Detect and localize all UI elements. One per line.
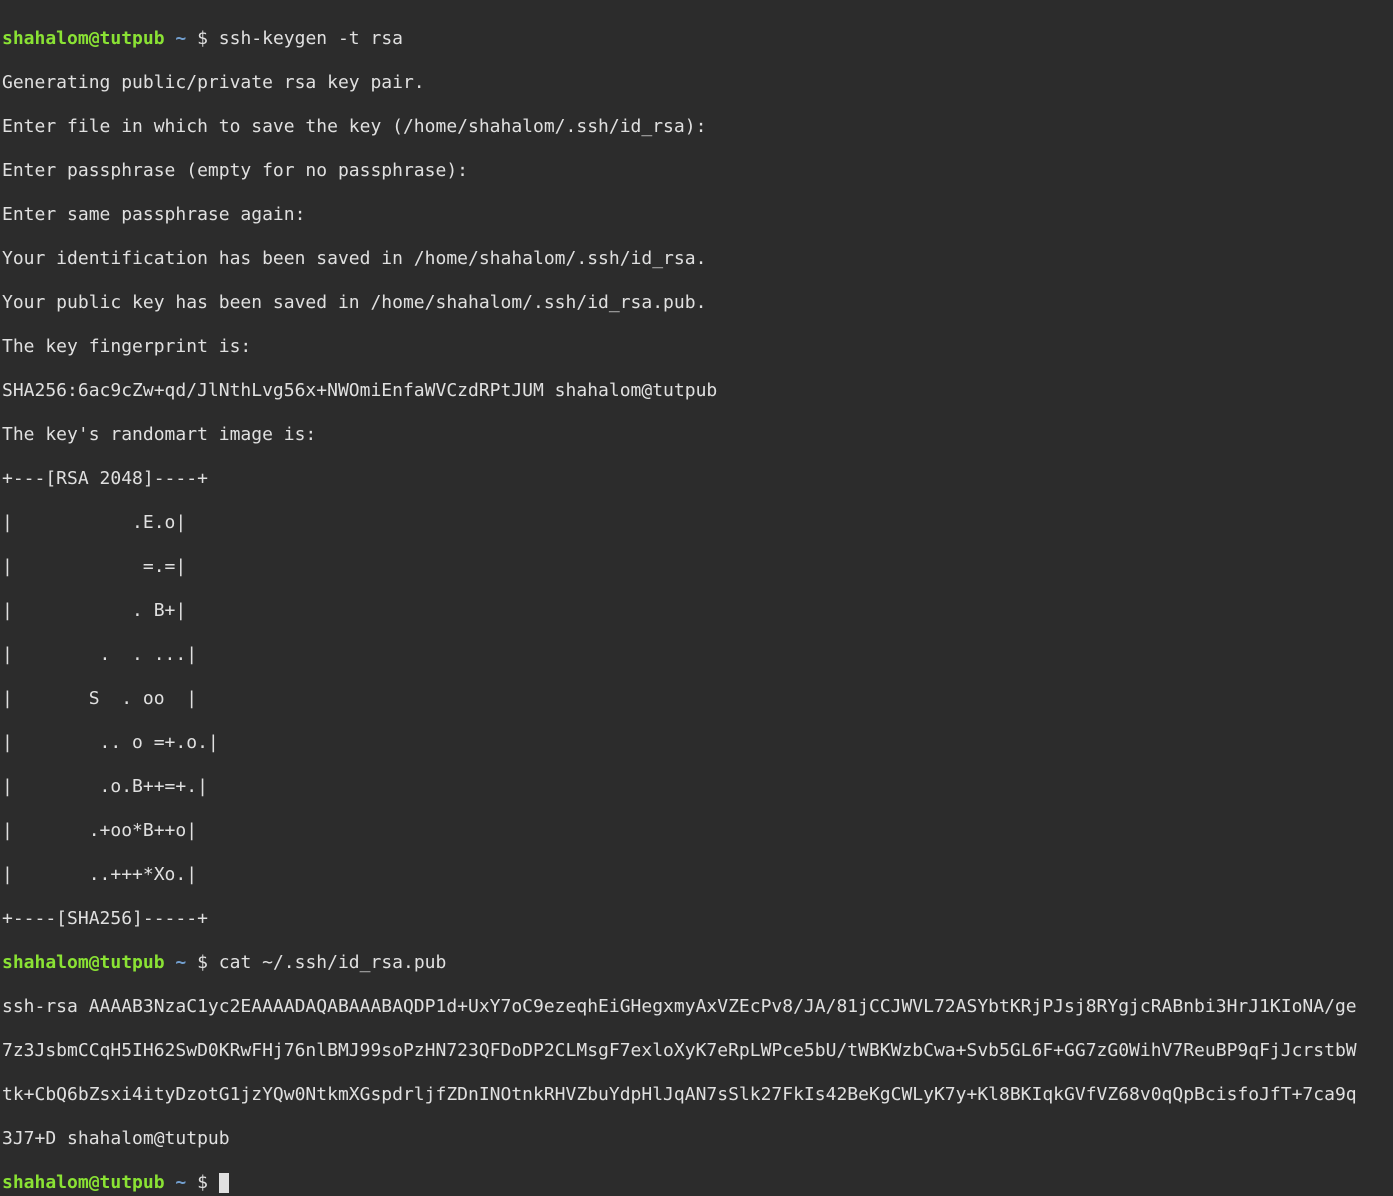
randomart-line: | ..+++*Xo.|	[2, 864, 1391, 886]
output-line: Your public key has been saved in /home/…	[2, 292, 1391, 314]
prompt-path: ~	[165, 28, 198, 49]
pubkey-line: ssh-rsa AAAAB3NzaC1yc2EAAAADAQABAAABAQDP…	[2, 996, 1391, 1018]
prompt-dollar: $	[197, 952, 219, 973]
randomart-line: | . . ...|	[2, 644, 1391, 666]
cursor-icon	[219, 1173, 229, 1193]
randomart-line: | =.=|	[2, 556, 1391, 578]
randomart-line: | .. o =+.o.|	[2, 732, 1391, 754]
command-1: ssh-keygen -t rsa	[219, 28, 403, 49]
prompt-user-host: shahalom@tutpub	[2, 1172, 165, 1193]
output-line: Your identification has been saved in /h…	[2, 248, 1391, 270]
pubkey-line: 7z3JsbmCCqH5IH62SwD0KRwFHj76nlBMJ99soPzH…	[2, 1040, 1391, 1062]
randomart-line: +---[RSA 2048]----+	[2, 468, 1391, 490]
prompt-dollar: $	[197, 28, 219, 49]
output-line: Enter file in which to save the key (/ho…	[2, 116, 1391, 138]
randomart-line: +----[SHA256]-----+	[2, 908, 1391, 930]
prompt-path: ~	[165, 1172, 198, 1193]
prompt-line-2: shahalom@tutpub ~ $ cat ~/.ssh/id_rsa.pu…	[2, 952, 1391, 974]
output-line: The key fingerprint is:	[2, 336, 1391, 358]
output-line: Enter same passphrase again:	[2, 204, 1391, 226]
output-line: Generating public/private rsa key pair.	[2, 72, 1391, 94]
prompt-user-host: shahalom@tutpub	[2, 28, 165, 49]
randomart-line: | .E.o|	[2, 512, 1391, 534]
output-line: Enter passphrase (empty for no passphras…	[2, 160, 1391, 182]
randomart-line: | . B+|	[2, 600, 1391, 622]
randomart-line: | .o.B++=+.|	[2, 776, 1391, 798]
prompt-line-3[interactable]: shahalom@tutpub ~ $	[2, 1172, 1391, 1194]
prompt-dollar: $	[197, 1172, 219, 1193]
output-line: SHA256:6ac9cZw+qd/JlNthLvg56x+NWOmiEnfaW…	[2, 380, 1391, 402]
pubkey-line: 3J7+D shahalom@tutpub	[2, 1128, 1391, 1150]
terminal-window[interactable]: shahalom@tutpub ~ $ ssh-keygen -t rsa Ge…	[0, 0, 1393, 1196]
prompt-user-host: shahalom@tutpub	[2, 952, 165, 973]
randomart-line: | .+oo*B++o|	[2, 820, 1391, 842]
command-2: cat ~/.ssh/id_rsa.pub	[219, 952, 447, 973]
pubkey-line: tk+CbQ6bZsxi4ityDzotG1jzYQw0NtkmXGspdrlj…	[2, 1084, 1391, 1106]
randomart-line: | S . oo |	[2, 688, 1391, 710]
output-line: The key's randomart image is:	[2, 424, 1391, 446]
prompt-line-1: shahalom@tutpub ~ $ ssh-keygen -t rsa	[2, 28, 1391, 50]
prompt-path: ~	[165, 952, 198, 973]
